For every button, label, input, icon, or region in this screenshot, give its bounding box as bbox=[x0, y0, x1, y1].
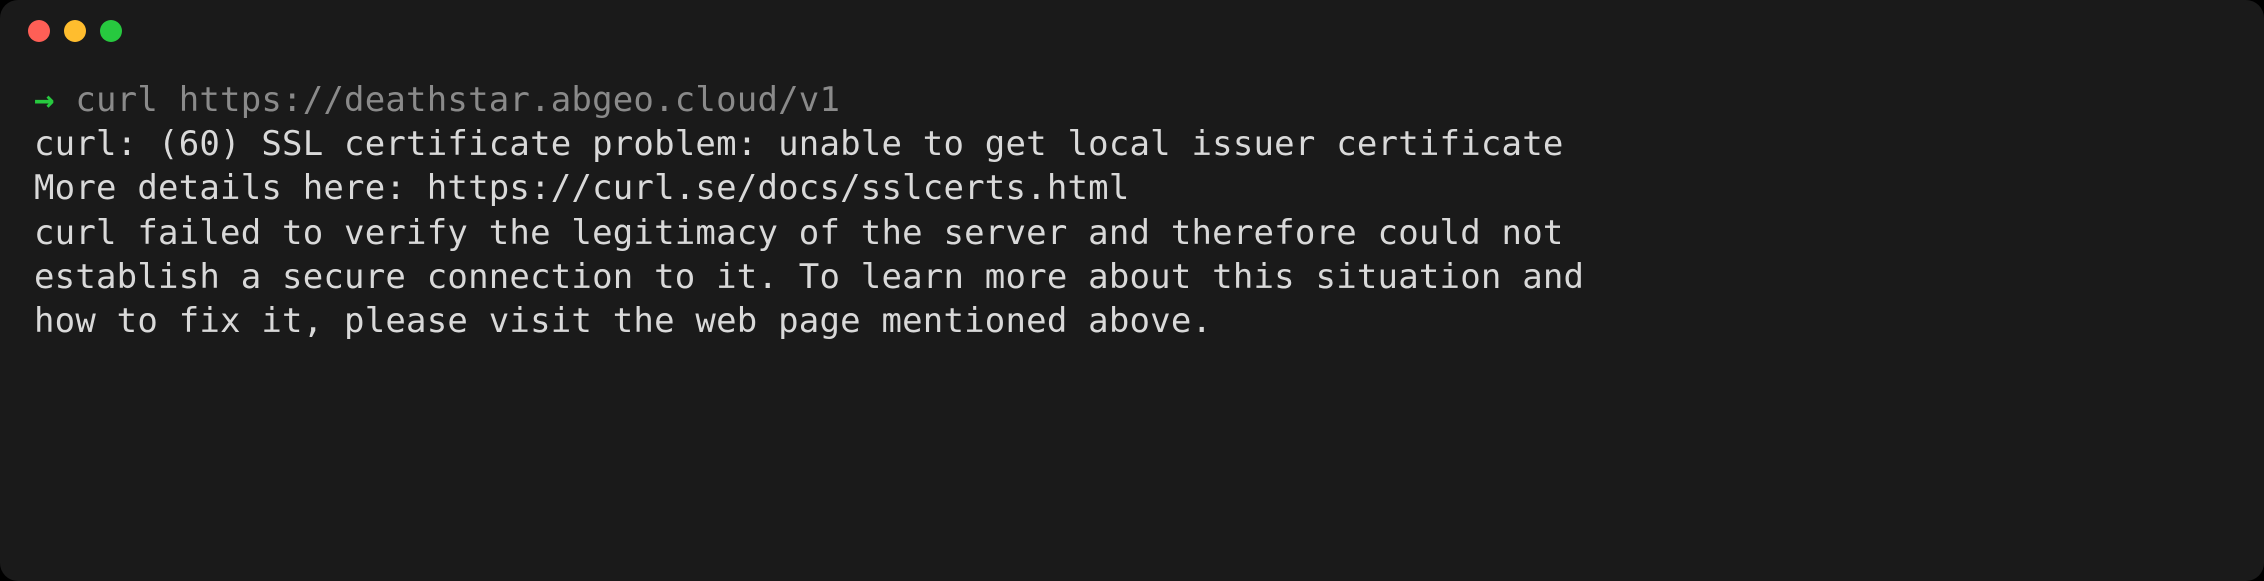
minimize-icon[interactable] bbox=[64, 20, 86, 42]
prompt-arrow: → bbox=[34, 80, 55, 120]
output-line: establish a secure connection to it. To … bbox=[34, 255, 2230, 299]
output-line: how to fix it, please visit the web page… bbox=[34, 299, 2230, 343]
output-line: curl: (60) SSL certificate problem: unab… bbox=[34, 122, 2230, 166]
prompt-command: curl https://deathstar.abgeo.cloud/v1 bbox=[75, 80, 840, 120]
close-icon[interactable] bbox=[28, 20, 50, 42]
output-line: More details here: https://curl.se/docs/… bbox=[34, 166, 2230, 210]
terminal-window: → curl https://deathstar.abgeo.cloud/v1c… bbox=[0, 0, 2264, 581]
output-line: curl failed to verify the legitimacy of … bbox=[34, 211, 2230, 255]
terminal-content[interactable]: → curl https://deathstar.abgeo.cloud/v1c… bbox=[0, 50, 2264, 371]
window-titlebar bbox=[0, 0, 2264, 50]
zoom-icon[interactable] bbox=[100, 20, 122, 42]
